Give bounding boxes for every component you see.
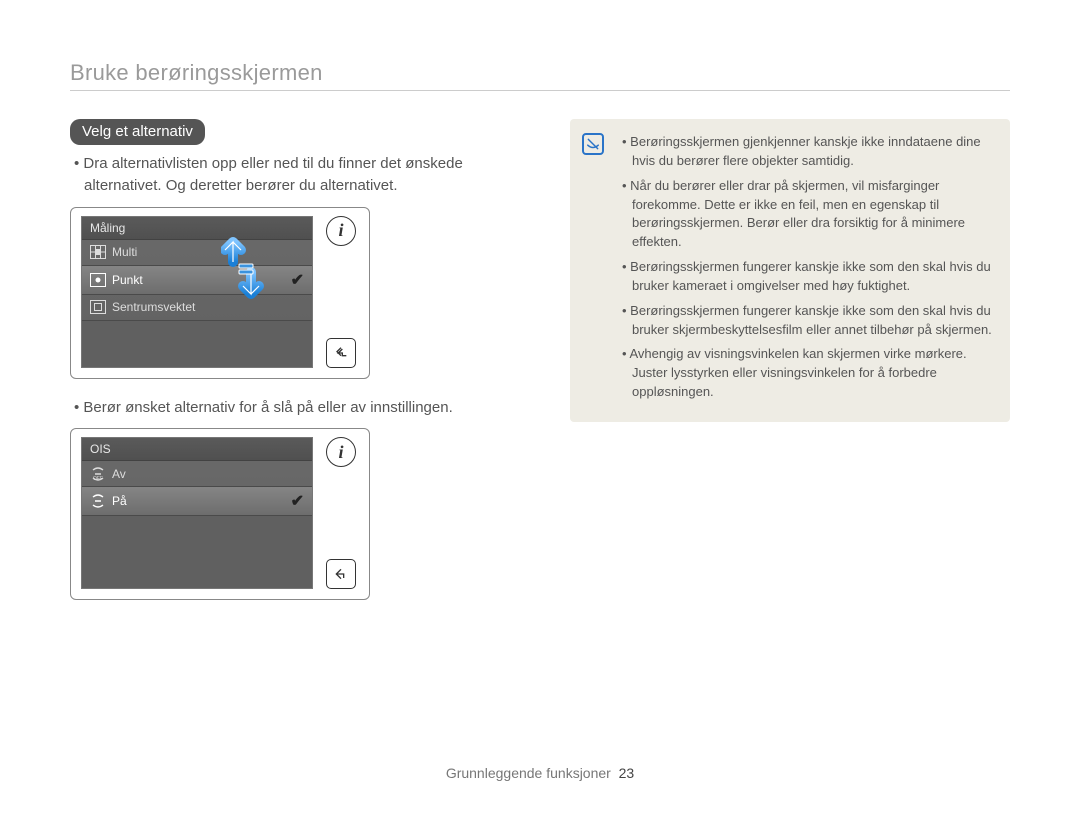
instruction-2: Berør ønsket alternativ for å slå på ell…	[70, 397, 530, 419]
check-icon: ✔	[291, 270, 304, 290]
lcd2-title: OIS	[82, 438, 312, 461]
ois-on-icon	[90, 494, 106, 508]
note-item: Avhengig av visningsvinkelen kan skjerme…	[620, 345, 992, 402]
page-number: 23	[619, 765, 635, 781]
lcd2-row-pa[interactable]: På ✔	[82, 487, 312, 516]
left-column: Velg et alternativ Dra alternativlisten …	[70, 119, 530, 618]
lcd2-empty	[82, 516, 312, 588]
note-badge-icon	[582, 133, 604, 155]
page-title: Bruke berøringsskjermen	[70, 60, 1010, 91]
svg-text:OFF: OFF	[93, 476, 103, 481]
ois-off-icon: OFF	[90, 467, 106, 481]
check-icon: ✔	[291, 491, 304, 511]
lcd1-empty	[82, 321, 312, 367]
content-columns: Velg et alternativ Dra alternativlisten …	[70, 119, 1010, 618]
instruction-1: Dra alternativlisten opp eller ned til d…	[70, 153, 530, 197]
info-icon[interactable]: i	[326, 216, 356, 246]
lcd2-row-label: På	[112, 494, 127, 508]
note-box: Berøringsskjermen gjenkjenner kanskje ik…	[570, 119, 1010, 422]
note-item: Berøringsskjermen fungerer kanskje ikke …	[620, 258, 992, 296]
lcd-screen-1[interactable]: Måling Multi Punkt ✔	[81, 216, 313, 368]
right-column: Berøringsskjermen gjenkjenner kanskje ik…	[570, 119, 1010, 618]
metering-center-icon	[90, 300, 106, 314]
side-controls-1: i	[323, 216, 359, 368]
device-frame-1: Måling Multi Punkt ✔	[70, 207, 370, 379]
lcd1-row-label: Punkt	[112, 273, 143, 287]
note-list: Berøringsskjermen gjenkjenner kanskje ik…	[620, 133, 992, 402]
device-frame-2: OIS OFF Av På ✔ i	[70, 428, 370, 600]
lcd1-row-punkt[interactable]: Punkt ✔	[82, 266, 312, 295]
lcd2-row-label: Av	[112, 467, 126, 481]
lcd1-row-center[interactable]: Sentrumsvektet	[82, 295, 312, 321]
note-item: Berøringsskjermen fungerer kanskje ikke …	[620, 302, 992, 340]
footer-label: Grunnleggende funksjoner	[446, 765, 611, 781]
section-pill: Velg et alternativ	[70, 119, 205, 145]
metering-spot-icon	[90, 273, 106, 287]
lcd1-title: Måling	[82, 217, 312, 240]
metering-multi-icon	[90, 245, 106, 259]
note-item: Berøringsskjermen gjenkjenner kanskje ik…	[620, 133, 992, 171]
back-icon[interactable]	[326, 559, 356, 589]
lcd1-row-label: Multi	[112, 245, 137, 259]
note-item: Når du berører eller drar på skjermen, v…	[620, 177, 992, 252]
back-icon[interactable]	[326, 338, 356, 368]
info-icon[interactable]: i	[326, 437, 356, 467]
page-footer: Grunnleggende funksjoner 23	[0, 765, 1080, 781]
lcd2-row-av[interactable]: OFF Av	[82, 461, 312, 487]
lcd1-row-multi[interactable]: Multi	[82, 240, 312, 266]
side-controls-2: i	[323, 437, 359, 589]
lcd-screen-2[interactable]: OIS OFF Av På ✔	[81, 437, 313, 589]
lcd1-row-label: Sentrumsvektet	[112, 300, 195, 314]
